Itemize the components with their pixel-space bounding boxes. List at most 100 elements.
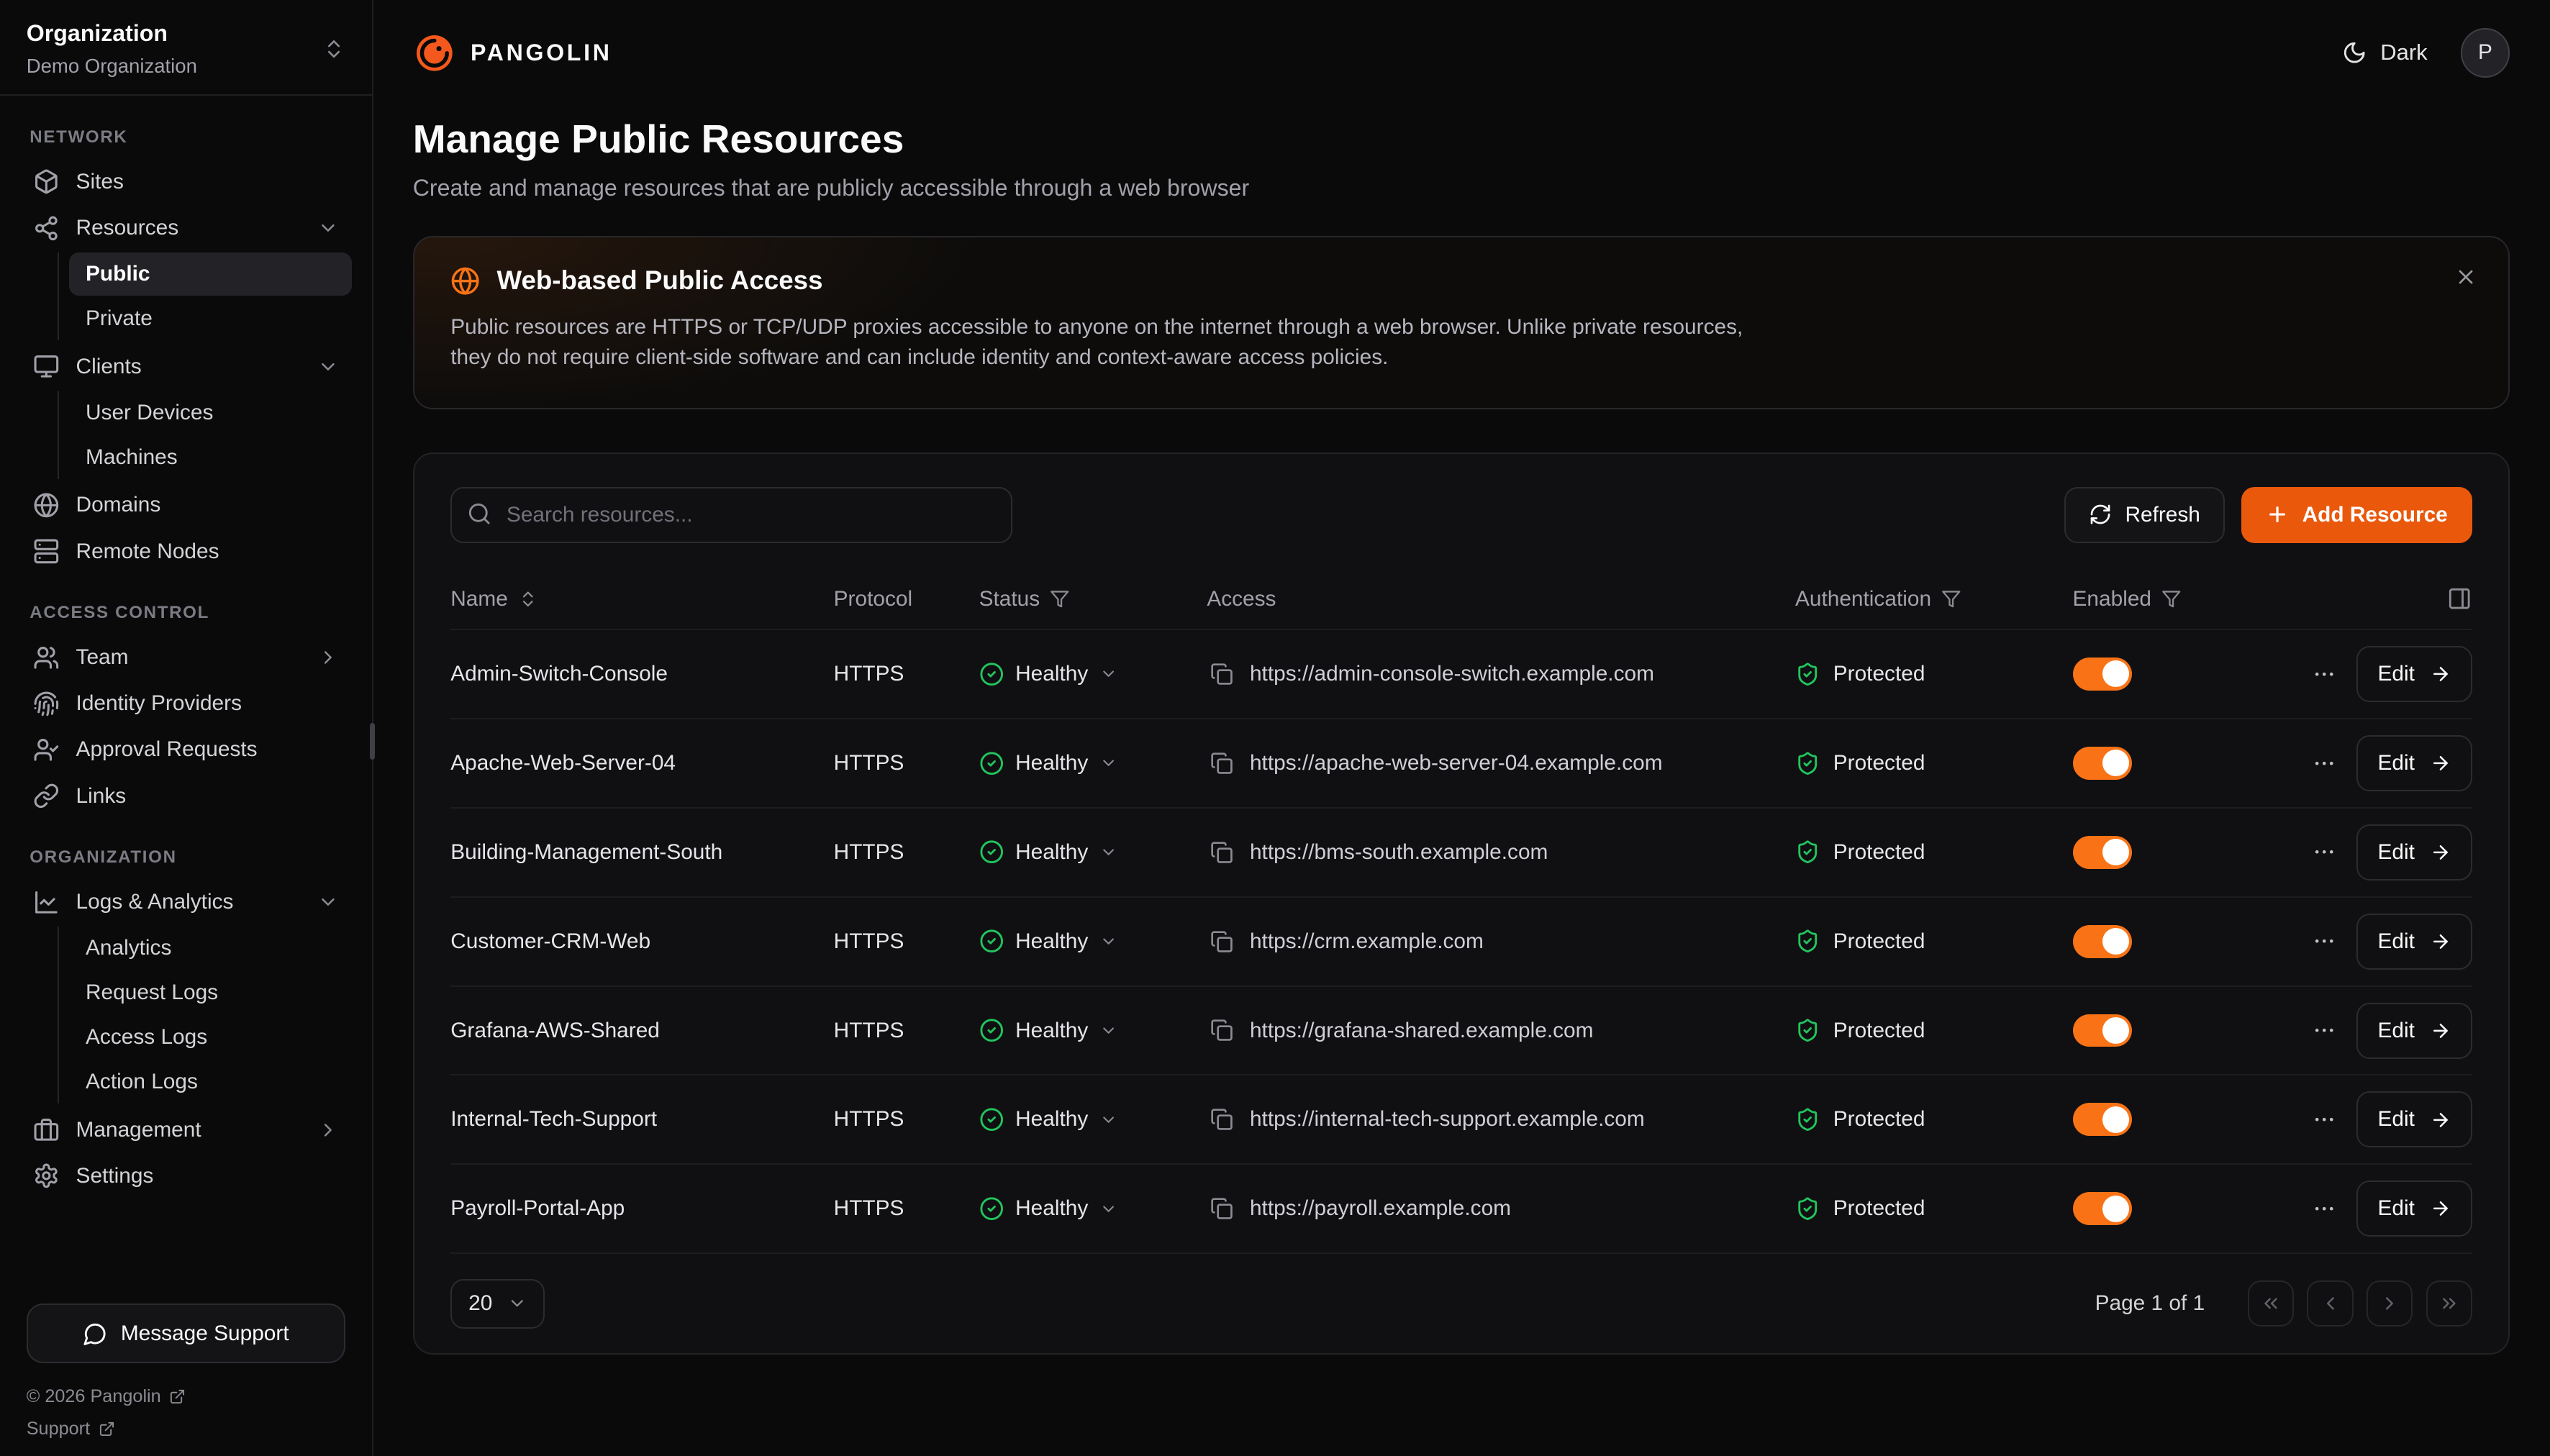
theme-toggle[interactable]: Dark: [2342, 40, 2427, 65]
resource-url: https://internal-tech-support.example.co…: [1250, 1107, 1645, 1132]
sidebar-item-domains[interactable]: Domains: [20, 482, 353, 528]
enabled-toggle[interactable]: [2073, 1103, 2133, 1136]
row-menu-icon[interactable]: [2308, 833, 2340, 871]
support-link[interactable]: Support: [27, 1419, 345, 1439]
enabled-cell: [2073, 747, 2225, 780]
page-title: Manage Public Resources: [413, 116, 2510, 162]
sidebar-item-analytics[interactable]: Analytics: [69, 927, 352, 970]
header-authentication[interactable]: Authentication: [1795, 587, 2073, 611]
row-menu-icon[interactable]: [2308, 1101, 2340, 1139]
table-row: Customer-CRM-Web HTTPS Healthy https://c…: [450, 896, 2472, 986]
edit-button[interactable]: Edit: [2356, 1180, 2472, 1237]
org-name: Demo Organization: [27, 55, 197, 78]
sidebar-item-links[interactable]: Links: [20, 773, 353, 819]
search-input[interactable]: [450, 487, 1012, 543]
sidebar-item-clients[interactable]: Clients: [20, 344, 353, 390]
resource-url: https://crm.example.com: [1250, 929, 1484, 954]
sidebar-item-private[interactable]: Private: [69, 297, 352, 340]
copy-icon[interactable]: [1207, 927, 1236, 956]
status-dropdown[interactable]: Healthy: [979, 1107, 1118, 1132]
avatar[interactable]: P: [2461, 28, 2510, 78]
row-menu-icon[interactable]: [2308, 744, 2340, 782]
enabled-cell: [2073, 925, 2225, 958]
next-page-button[interactable]: [2367, 1280, 2413, 1327]
copy-icon[interactable]: [1207, 748, 1236, 778]
enabled-toggle[interactable]: [2073, 836, 2133, 869]
enabled-toggle[interactable]: [2073, 1014, 2133, 1047]
sites-icon: [33, 168, 60, 195]
status-cell: Healthy: [979, 929, 1207, 953]
sidebar-item-identity-providers[interactable]: Identity Providers: [20, 681, 353, 727]
authentication-cell: Protected: [1795, 662, 2073, 686]
status-dropdown[interactable]: Healthy: [979, 751, 1118, 775]
arrow-right-icon: [2430, 752, 2451, 774]
row-menu-icon[interactable]: [2308, 1190, 2340, 1228]
add-resource-button[interactable]: Add Resource: [2241, 487, 2472, 543]
resource-protocol-cell: HTTPS: [834, 840, 979, 865]
status-dropdown[interactable]: Healthy: [979, 1196, 1118, 1221]
status-dropdown[interactable]: Healthy: [979, 662, 1118, 686]
copy-icon[interactable]: [1207, 1194, 1236, 1224]
main: PANGOLIN Dark P Manage Public Resources …: [373, 0, 2550, 1456]
resource-name-cell: Payroll-Portal-App: [450, 1196, 833, 1221]
access-cell: https://crm.example.com: [1207, 927, 1795, 956]
org-switcher[interactable]: Organization Demo Organization: [0, 0, 372, 96]
columns-view-icon[interactable]: [2447, 586, 2472, 611]
sidebar-item-user-devices[interactable]: User Devices: [69, 391, 352, 434]
authentication-cell: Protected: [1795, 1018, 2073, 1042]
header-enabled[interactable]: Enabled: [2073, 587, 2225, 611]
edit-button[interactable]: Edit: [2356, 824, 2472, 881]
sidebar-item-public[interactable]: Public: [69, 252, 352, 296]
edit-button[interactable]: Edit: [2356, 735, 2472, 791]
sidebar-item-remote-nodes[interactable]: Remote Nodes: [20, 528, 353, 574]
enabled-toggle[interactable]: [2073, 925, 2133, 958]
resource-protocol-cell: HTTPS: [834, 1196, 979, 1221]
sidebar-item-team[interactable]: Team: [20, 634, 353, 681]
refresh-button[interactable]: Refresh: [2064, 487, 2225, 543]
sidebar-item-resources[interactable]: Resources: [20, 205, 353, 251]
copyright-link[interactable]: © 2026 Pangolin: [27, 1386, 345, 1407]
sidebar-item-settings[interactable]: Settings: [20, 1153, 353, 1199]
prev-page-button[interactable]: [2307, 1280, 2353, 1327]
page-size-select[interactable]: 20: [450, 1279, 545, 1329]
status-dropdown[interactable]: Healthy: [979, 1018, 1118, 1042]
edit-button[interactable]: Edit: [2356, 1003, 2472, 1059]
row-actions: Edit: [2225, 646, 2472, 702]
sidebar-item-action-logs[interactable]: Action Logs: [69, 1060, 352, 1104]
copy-icon[interactable]: [1207, 1016, 1236, 1045]
copy-icon[interactable]: [1207, 1105, 1236, 1134]
first-page-button[interactable]: [2248, 1280, 2294, 1327]
filter-icon: [1050, 589, 1070, 609]
sidebar-item-request-logs[interactable]: Request Logs: [69, 971, 352, 1014]
last-page-button[interactable]: [2426, 1280, 2472, 1327]
sidebar-item-access-logs[interactable]: Access Logs: [69, 1016, 352, 1059]
edit-button[interactable]: Edit: [2356, 914, 2472, 970]
row-menu-icon[interactable]: [2308, 655, 2340, 693]
status-dropdown[interactable]: Healthy: [979, 929, 1118, 953]
copy-icon[interactable]: [1207, 837, 1236, 867]
chevron-down-icon: [1099, 843, 1117, 861]
status-dropdown[interactable]: Healthy: [979, 840, 1118, 864]
edit-button[interactable]: Edit: [2356, 1091, 2472, 1147]
sidebar-item-logs-analytics[interactable]: Logs & Analytics: [20, 879, 353, 925]
enabled-toggle[interactable]: [2073, 1192, 2133, 1225]
table-row: Payroll-Portal-App HTTPS Healthy https:/…: [450, 1163, 2472, 1252]
sidebar-item-management[interactable]: Management: [20, 1106, 353, 1152]
row-menu-icon[interactable]: [2308, 1011, 2340, 1050]
row-actions: Edit: [2225, 914, 2472, 970]
sidebar-resize-handle[interactable]: [370, 723, 375, 759]
sidebar-item-approval-requests[interactable]: Approval Requests: [20, 727, 353, 773]
access-cell: https://bms-south.example.com: [1207, 837, 1795, 867]
enabled-toggle[interactable]: [2073, 658, 2133, 691]
close-icon[interactable]: [2448, 259, 2484, 295]
edit-button[interactable]: Edit: [2356, 646, 2472, 702]
sidebar-item-sites[interactable]: Sites: [20, 159, 353, 205]
message-support-button[interactable]: Message Support: [27, 1303, 345, 1363]
copy-icon[interactable]: [1207, 659, 1236, 688]
row-menu-icon[interactable]: [2308, 922, 2340, 960]
sidebar-item-machines[interactable]: Machines: [69, 436, 352, 479]
header-status[interactable]: Status: [979, 587, 1207, 611]
enabled-toggle[interactable]: [2073, 747, 2133, 780]
header-name[interactable]: Name: [450, 587, 833, 611]
authentication-cell: Protected: [1795, 929, 2073, 953]
